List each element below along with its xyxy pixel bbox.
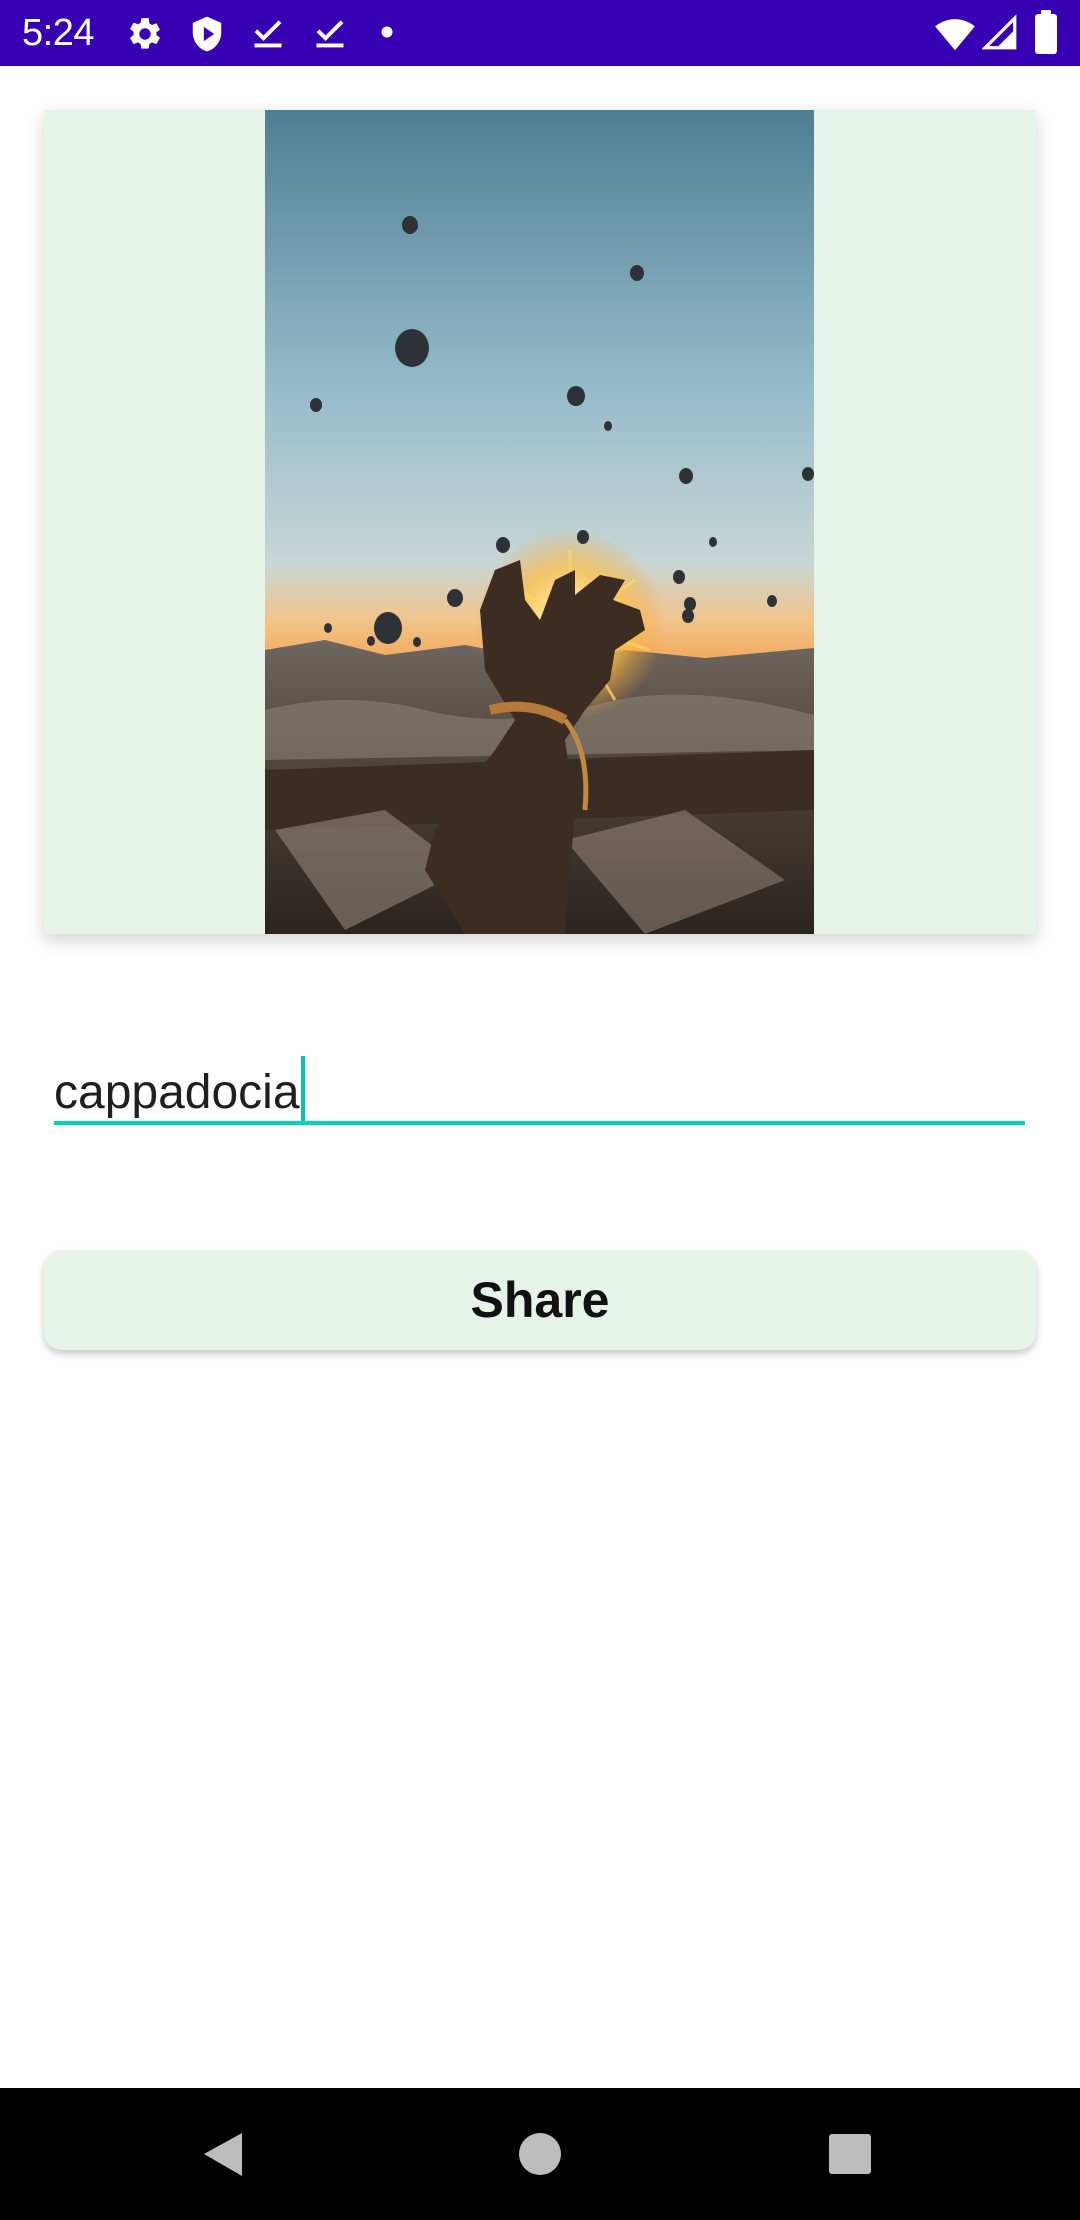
share-button[interactable]: Share bbox=[44, 1250, 1036, 1350]
status-time: 5:24 bbox=[22, 12, 94, 54]
navigation-bar bbox=[0, 2088, 1080, 2220]
caption-text-field[interactable]: cappadocia bbox=[54, 1040, 1025, 1125]
status-bar: 5:24 bbox=[0, 0, 1080, 66]
download-done-icon bbox=[316, 20, 344, 48]
download-done-icon bbox=[254, 20, 282, 48]
back-icon[interactable] bbox=[184, 2088, 264, 2220]
caption-input-value[interactable]: cappadocia bbox=[54, 1056, 305, 1122]
dot-icon bbox=[381, 26, 393, 38]
text-field-underline bbox=[54, 1121, 1025, 1125]
text-cursor bbox=[300, 1056, 305, 1122]
image-card bbox=[44, 110, 1036, 934]
cellular-signal-icon bbox=[982, 14, 1017, 50]
gear-icon bbox=[130, 18, 160, 49]
battery-icon bbox=[1035, 10, 1057, 54]
shield-play-icon bbox=[192, 16, 222, 52]
recents-icon[interactable] bbox=[810, 2088, 890, 2220]
home-icon[interactable] bbox=[500, 2088, 580, 2220]
cappadocia-photo[interactable] bbox=[265, 110, 814, 934]
wifi-icon bbox=[935, 19, 975, 51]
